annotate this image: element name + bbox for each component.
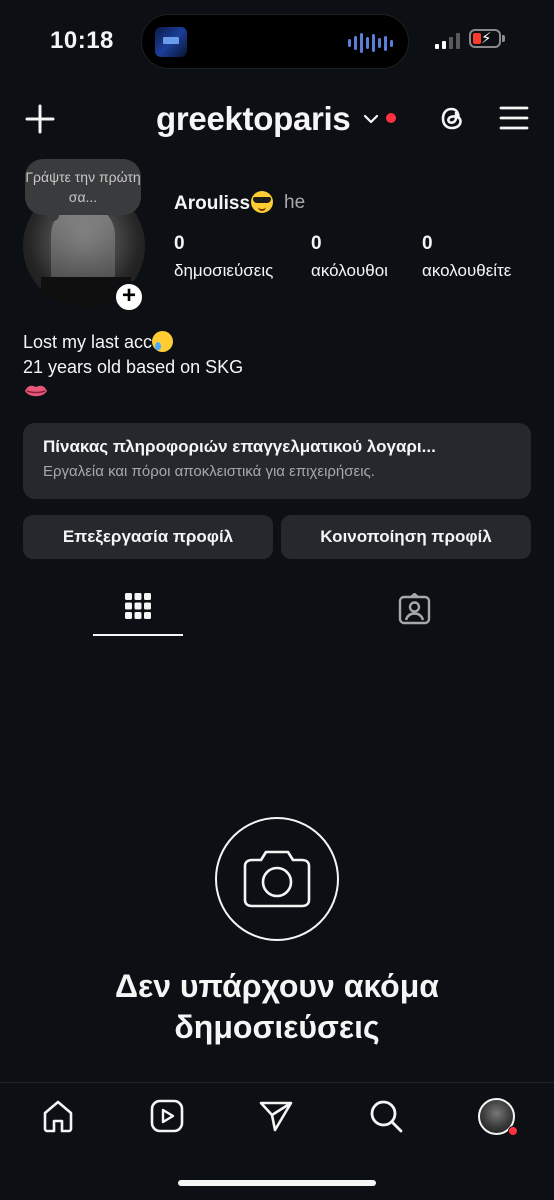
posts-count: 0 [174, 233, 185, 254]
note-text: Γράψτε την πρώτη σα... [25, 169, 141, 205]
media-thumbnail [155, 27, 187, 57]
pronouns: he [284, 192, 306, 213]
sunglasses-emoji-icon [251, 191, 274, 213]
empty-state-line-1: Δεν υπάρχουν ακόμα [115, 968, 439, 1004]
battery-icon: ⚡ [469, 29, 505, 48]
reels-icon[interactable] [149, 1098, 185, 1134]
notification-dot [386, 113, 396, 123]
lips-icon [25, 385, 47, 397]
followers-stat[interactable]: 0 ακόλουθοι [311, 233, 388, 281]
grid-icon [125, 593, 151, 619]
menu-icon[interactable] [499, 105, 529, 131]
professional-dashboard-card[interactable]: Πίνακας πληροφοριών επαγγελματικού λογαρ… [23, 423, 531, 499]
tagged-icon[interactable] [398, 593, 431, 625]
bio: Lost my last acc 21 years old based on S… [23, 330, 243, 380]
tab-posts-grid[interactable] [93, 585, 183, 635]
dashboard-subtitle: Εργαλεία και πόροι αποκλειστικά για επιχ… [43, 463, 375, 480]
home-icon[interactable] [40, 1098, 76, 1134]
followers-label: ακόλουθοι [311, 261, 388, 280]
audio-wave-icon [348, 33, 393, 53]
posts-label: δημοσιεύσεις [174, 261, 274, 280]
chevron-down-icon[interactable] [363, 111, 379, 127]
status-time: 10:18 [50, 27, 114, 54]
bio-line-1: Lost my last acc [23, 332, 153, 352]
followers-count: 0 [311, 233, 322, 254]
empty-state-line-2: δημοσιεύσεις [174, 1009, 380, 1045]
camera-icon [243, 850, 311, 908]
empty-state-title: Δεν υπάρχουν ακόμα δημοσιεύσεις [0, 966, 554, 1048]
edit-profile-button[interactable]: Επεξεργασία προφίλ [23, 515, 273, 559]
tear-emoji-icon [152, 331, 174, 352]
plus-icon[interactable] [24, 103, 56, 135]
profile-screen: 10:18 ⚡ greektoparis Γράψτε την πρώτη σα… [0, 0, 554, 1200]
share-profile-button[interactable]: Κοινοποίηση προφίλ [281, 515, 531, 559]
cellular-signal-icon [435, 33, 460, 49]
send-icon[interactable] [258, 1098, 294, 1134]
search-icon[interactable] [368, 1098, 404, 1134]
note-bubble[interactable]: Γράψτε την πρώτη σα... [25, 159, 141, 221]
display-name: Arouliss [174, 193, 251, 214]
bio-line-2: 21 years old based on SKG [23, 357, 244, 377]
display-name-row: Arouliss [174, 191, 274, 215]
posts-stat[interactable]: 0 δημοσιεύσεις [174, 233, 273, 281]
threads-icon[interactable] [437, 102, 467, 134]
following-label: ακολουθείτε [422, 261, 512, 280]
following-count: 0 [422, 233, 433, 254]
home-indicator[interactable] [178, 1180, 376, 1186]
account-username[interactable]: greektoparis [156, 100, 351, 138]
following-stat[interactable]: 0 ακολουθείτε [422, 233, 511, 281]
active-tab-indicator [93, 634, 183, 636]
dashboard-title: Πίνακας πληροφοριών επαγγελματικού λογαρ… [43, 437, 436, 456]
profile-notification-dot [508, 1126, 518, 1136]
dynamic-island[interactable] [141, 14, 409, 69]
add-story-button[interactable]: + [113, 281, 145, 313]
